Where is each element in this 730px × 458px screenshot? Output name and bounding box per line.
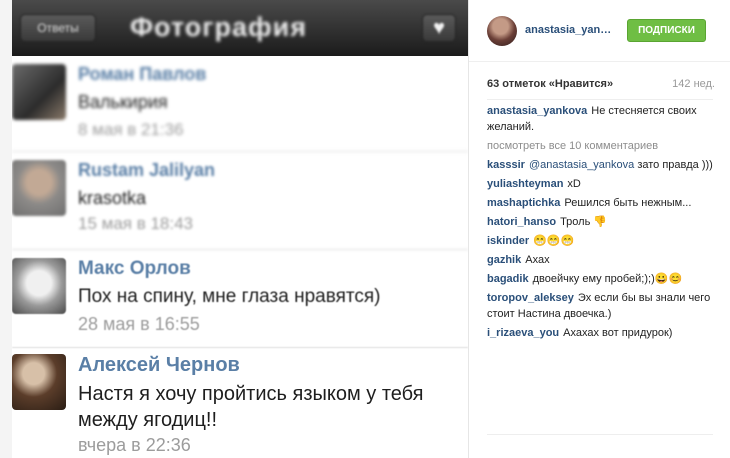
comment-text: двоейчку ему пробей;);)😀😊 xyxy=(532,273,683,285)
comment-author: Алексей Чернов xyxy=(78,354,240,376)
screen: Ответы Фотография ♥ Роман Павлов Валькир… xyxy=(0,0,730,458)
divider xyxy=(487,434,713,435)
photo-comment: Rustam Jalilyan krasotka 15 мая в 18:43 xyxy=(12,152,468,250)
comment-author[interactable]: i_rizaeva_you xyxy=(487,327,559,339)
comment-text: Ахахах вот придурок) xyxy=(563,327,673,339)
comment-text: Троль 👎 xyxy=(560,216,608,228)
caption-author[interactable]: anastasia_yankova xyxy=(487,105,587,117)
comment-author[interactable]: mashaptichka xyxy=(487,197,560,209)
avatar xyxy=(12,354,66,410)
back-button: Ответы xyxy=(20,14,96,42)
avatar xyxy=(12,258,66,314)
post-age[interactable]: 142 нед. xyxy=(672,78,715,90)
avatar[interactable] xyxy=(487,16,517,46)
comment-mention[interactable]: @anastasia_yankova xyxy=(529,159,634,171)
comment-author[interactable]: toropov_aleksey xyxy=(487,292,574,304)
comment-author[interactable]: kasssir xyxy=(487,159,525,171)
comment-author: Роман Павлов xyxy=(78,64,207,84)
comment-text: 😁😁😁 xyxy=(533,235,575,247)
view-all-comments-link[interactable]: посмотреть все 10 комментариев xyxy=(487,138,713,154)
follow-button[interactable]: ПОДПИСКИ xyxy=(627,19,706,42)
comment-text-line2: между ягодиц!! xyxy=(78,409,218,431)
comment-item: kasssir @anastasia_yankova зато правда ))… xyxy=(487,157,713,173)
comment-time: 15 мая в 18:43 xyxy=(78,214,193,233)
comment-time: 28 мая в 16:55 xyxy=(78,314,200,334)
comment-author[interactable]: hatori_hanso xyxy=(487,216,556,228)
comment-text: Настя я хочу пройтись языком у тебя xyxy=(78,383,424,405)
photo-comment: Роман Павлов Валькирия 8 мая в 21:36 xyxy=(12,56,468,152)
photo-comment: Алексей Чернов Настя я хочу пройтись язы… xyxy=(12,348,468,458)
comment-text: krasotka xyxy=(78,188,147,208)
post-stats: 63 отметок «Нравится» 142 нед. xyxy=(469,62,730,98)
comment-author[interactable]: iskinder xyxy=(487,235,529,247)
post-photo[interactable]: Ответы Фотография ♥ Роман Павлов Валькир… xyxy=(12,0,468,458)
comment-author[interactable]: gazhik xyxy=(487,254,521,266)
comment-item: i_rizaeva_you Ахахах вот придурок) xyxy=(487,325,713,341)
comment-text: Пох на спину, мне глаза нравятся) xyxy=(78,286,381,307)
comment-time: 8 мая в 21:36 xyxy=(78,120,184,139)
comment-text: xD xyxy=(567,178,581,190)
avatar xyxy=(12,160,66,216)
comment-item: bagadik двоейчку ему пробей;);)😀😊 xyxy=(487,271,713,287)
photo-comment: Макс Орлов Пох на спину, мне глаза нравя… xyxy=(12,250,468,348)
comment-item: hatori_hanso Троль 👎 xyxy=(487,214,713,230)
comment-text: Ахах xyxy=(525,254,550,266)
comment-item: yuliashteyman xD xyxy=(487,176,713,192)
comment-list: anastasia_yankova Не стесняется своих жел… xyxy=(487,103,713,344)
post-header: anastasia_yank... ПОДПИСКИ xyxy=(469,0,730,62)
comment-item: gazhik Ахах xyxy=(487,252,713,268)
comment-item: toropov_aleksey Эх если бы вы знали чего … xyxy=(487,290,713,322)
photo-title: Фотография xyxy=(130,12,307,42)
comment-text: зато правда ))) xyxy=(637,159,713,171)
comment-author[interactable]: bagadik xyxy=(487,273,529,285)
comment-time: вчера в 22:36 xyxy=(78,435,191,455)
avatar xyxy=(12,64,66,120)
post-info-panel: anastasia_yank... ПОДПИСКИ 63 отметок «Н… xyxy=(468,0,730,458)
comment-author: Макс Орлов xyxy=(78,258,191,279)
author-username[interactable]: anastasia_yank... xyxy=(525,24,613,36)
comment-author[interactable]: yuliashteyman xyxy=(487,178,563,190)
likes-count[interactable]: 63 отметок «Нравится» xyxy=(487,78,613,90)
comment-text: Решился быть нежным... xyxy=(564,197,692,209)
comment-item: iskinder 😁😁😁 xyxy=(487,233,713,249)
caption: anastasia_yankova Не стесняется своих жел… xyxy=(487,103,713,135)
comment-item: mashaptichka Решился быть нежным... xyxy=(487,195,713,211)
comment-text: Валькирия xyxy=(78,92,168,112)
comment-author: Rustam Jalilyan xyxy=(78,160,216,180)
heart-icon: ♥ xyxy=(422,14,456,42)
divider xyxy=(487,99,713,100)
photo-navbar: Ответы Фотография ♥ xyxy=(12,0,468,56)
